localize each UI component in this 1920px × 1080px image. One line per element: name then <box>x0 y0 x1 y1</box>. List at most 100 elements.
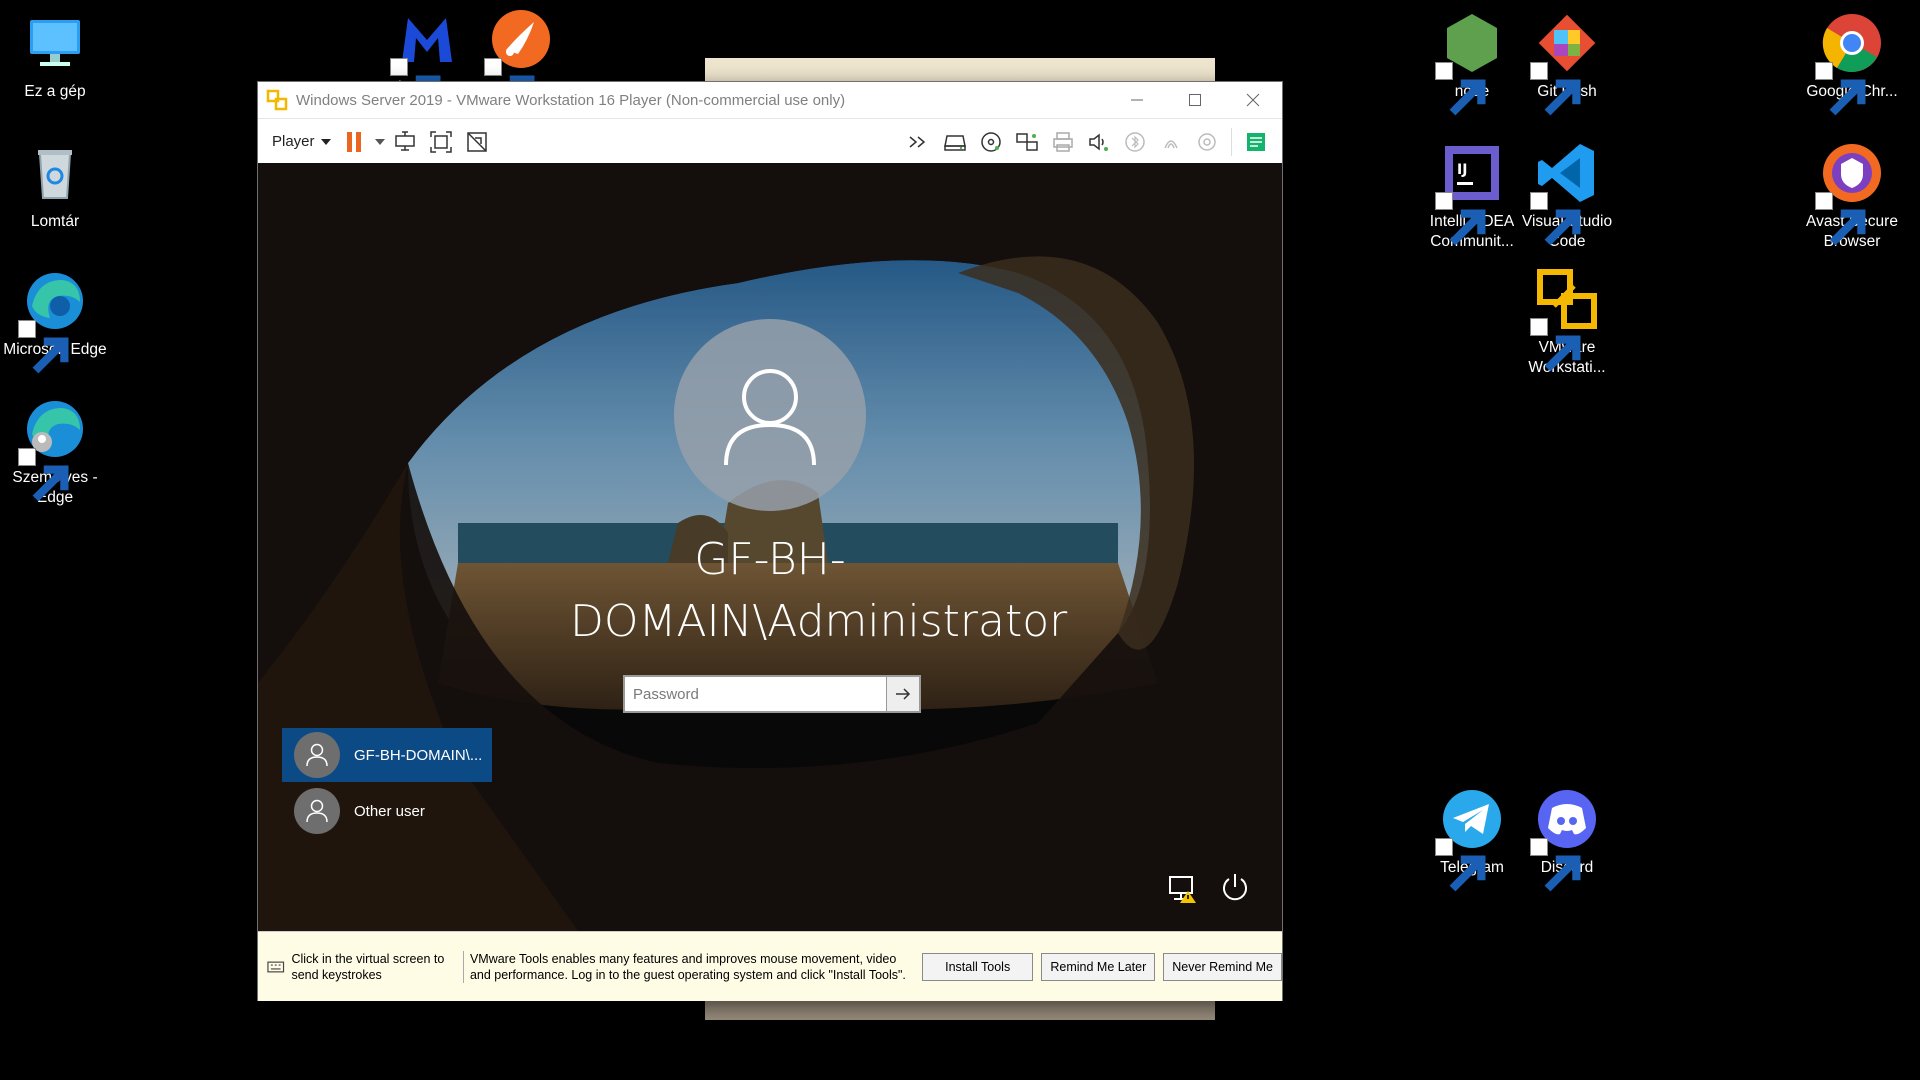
camera-icon <box>1198 132 1216 151</box>
bluetooth-icon <box>1125 131 1145 152</box>
install-tools-button[interactable]: Install Tools <box>921 952 1034 981</box>
edge-icon <box>18 268 88 374</box>
nodejs-icon <box>1435 10 1505 116</box>
git-bash-icon <box>1530 10 1600 116</box>
keystroke-hint: Click in the virtual screen to send keys… <box>291 950 464 983</box>
desktop-icon-telegram[interactable]: Telegram <box>1417 786 1527 892</box>
maximize-button[interactable] <box>1166 82 1224 118</box>
unity-button[interactable] <box>463 128 491 156</box>
minimize-button[interactable] <box>1108 82 1166 118</box>
send-ctrl-alt-del-button[interactable] <box>391 128 419 156</box>
hard-disk-icon <box>944 134 966 151</box>
unity-icon <box>466 131 487 152</box>
user-avatar <box>674 319 866 511</box>
speaker-icon <box>1089 132 1108 151</box>
desktop-icon-git-bash[interactable]: Git Bash <box>1512 10 1622 116</box>
close-icon <box>1246 93 1260 107</box>
recycle-bin-icon <box>22 140 88 206</box>
user-icon <box>294 732 340 778</box>
network-status-button[interactable] <box>1166 871 1200 910</box>
network-device-button[interactable] <box>1013 128 1041 156</box>
avast-icon <box>484 6 554 112</box>
desktop-icon-recycle-bin[interactable]: Lomtár <box>0 140 110 232</box>
this-pc-icon <box>22 10 88 76</box>
pause-icon <box>346 131 361 152</box>
telegram-icon <box>1435 786 1505 892</box>
chevron-down-icon <box>374 138 385 145</box>
desktop-icon-discord[interactable]: Discord <box>1512 786 1622 892</box>
bluetooth-device-button[interactable] <box>1121 128 1149 156</box>
sound-device-button[interactable] <box>1085 128 1113 156</box>
player-menu[interactable]: Player <box>266 125 337 159</box>
malwarebytes-icon <box>390 6 460 112</box>
message-log-icon <box>1247 132 1265 151</box>
desktop-icon-intellij[interactable]: IJ IntelliJ IDEA Communit... <box>1417 140 1527 252</box>
power-button[interactable] <box>1218 871 1252 910</box>
close-button[interactable] <box>1224 82 1282 118</box>
window-title: Windows Server 2019 - VMware Workstation… <box>296 91 846 109</box>
user-tile-label: GF-BH-DOMAIN\... <box>354 746 483 764</box>
password-input[interactable] <box>625 677 886 711</box>
cd-dvd-icon <box>981 131 1001 152</box>
user-tile-other-user[interactable]: Other user <box>282 784 492 838</box>
power-dropdown-button[interactable] <box>373 128 387 156</box>
printer-device-button[interactable] <box>1049 128 1077 156</box>
desktop-icon-vmware[interactable]: VMware Workstati... <box>1512 266 1622 378</box>
submit-button[interactable] <box>886 677 919 711</box>
desktop-icon-label: Lomtár <box>30 213 80 230</box>
tools-message: VMware Tools enables many features and i… <box>469 951 906 982</box>
user-icon <box>724 369 816 466</box>
double-chevron-right-icon <box>909 135 926 148</box>
more-devices-button[interactable] <box>905 128 933 156</box>
player-menu-label: Player <box>272 133 315 150</box>
svg-text:IJ: IJ <box>1457 162 1467 178</box>
ctrl-alt-del-icon <box>394 130 415 151</box>
desktop-icon-edge-profile[interactable]: Személyes - Edge <box>0 396 110 508</box>
title-bar[interactable]: Windows Server 2019 - VMware Workstation… <box>258 82 1282 119</box>
edge-profile-icon <box>18 396 88 502</box>
usb-device-button[interactable] <box>1157 128 1185 156</box>
maximize-icon <box>1189 94 1201 106</box>
lock-screen-actions <box>1166 871 1252 910</box>
discord-icon <box>1530 786 1600 892</box>
user-tile-domain-admin[interactable]: GF-BH-DOMAIN\... <box>282 728 492 782</box>
cd-dvd-device-button[interactable] <box>977 128 1005 156</box>
camera-device-button[interactable] <box>1193 128 1221 156</box>
arrow-right-icon <box>896 688 911 700</box>
desktop-icon-label: Ez a gép <box>24 83 86 100</box>
vmware-icon <box>1530 266 1600 372</box>
message-log-button[interactable] <box>1242 128 1270 156</box>
desktop-icon-avast-browser[interactable]: Avast Secure Browser <box>1797 140 1907 252</box>
password-box <box>623 675 921 713</box>
wireless-icon <box>1164 139 1178 148</box>
network-adapter-icon <box>1016 132 1038 151</box>
chrome-icon <box>1815 10 1885 116</box>
vmware-tools-notification: Click in the virtual screen to send keys… <box>258 931 1282 1001</box>
printer-icon <box>1053 131 1073 152</box>
vm-toolbar: Player <box>258 119 1282 165</box>
vscode-icon <box>1530 140 1600 246</box>
avast-browser-icon <box>1815 140 1885 246</box>
power-icon <box>1223 874 1247 901</box>
minimize-icon <box>1131 99 1143 101</box>
full-screen-icon <box>429 130 452 153</box>
intellij-icon: IJ <box>1435 140 1505 246</box>
desktop-icon-node[interactable]: node <box>1417 10 1527 116</box>
user-icon <box>294 788 340 834</box>
keyboard-icon <box>267 961 285 972</box>
toolbar-separator <box>1231 127 1232 156</box>
never-remind-button[interactable]: Never Remind Me <box>1163 952 1282 981</box>
desktop-icon-chrome[interactable]: Google Chr... <box>1797 10 1907 116</box>
desktop-icon-vscode[interactable]: Visual Studio Code <box>1512 140 1622 252</box>
full-screen-button[interactable] <box>427 128 455 156</box>
guest-screen[interactable]: GF-BH-DOMAIN\Administrator GF-BH-DOMAIN\… <box>258 163 1282 931</box>
remind-later-button[interactable]: Remind Me Later <box>1041 952 1156 981</box>
hard-disk-device-button[interactable] <box>941 128 969 156</box>
vmware-app-icon <box>266 89 288 111</box>
desktop-icon-this-pc[interactable]: Ez a gép <box>0 10 110 102</box>
pause-button[interactable] <box>341 128 369 156</box>
chevron-down-icon <box>320 138 331 145</box>
username-display: GF-BH-DOMAIN\Administrator <box>570 534 1068 647</box>
desktop-icon-edge[interactable]: Microsoft Edge <box>0 268 110 374</box>
user-tile-label: Other user <box>354 802 425 820</box>
